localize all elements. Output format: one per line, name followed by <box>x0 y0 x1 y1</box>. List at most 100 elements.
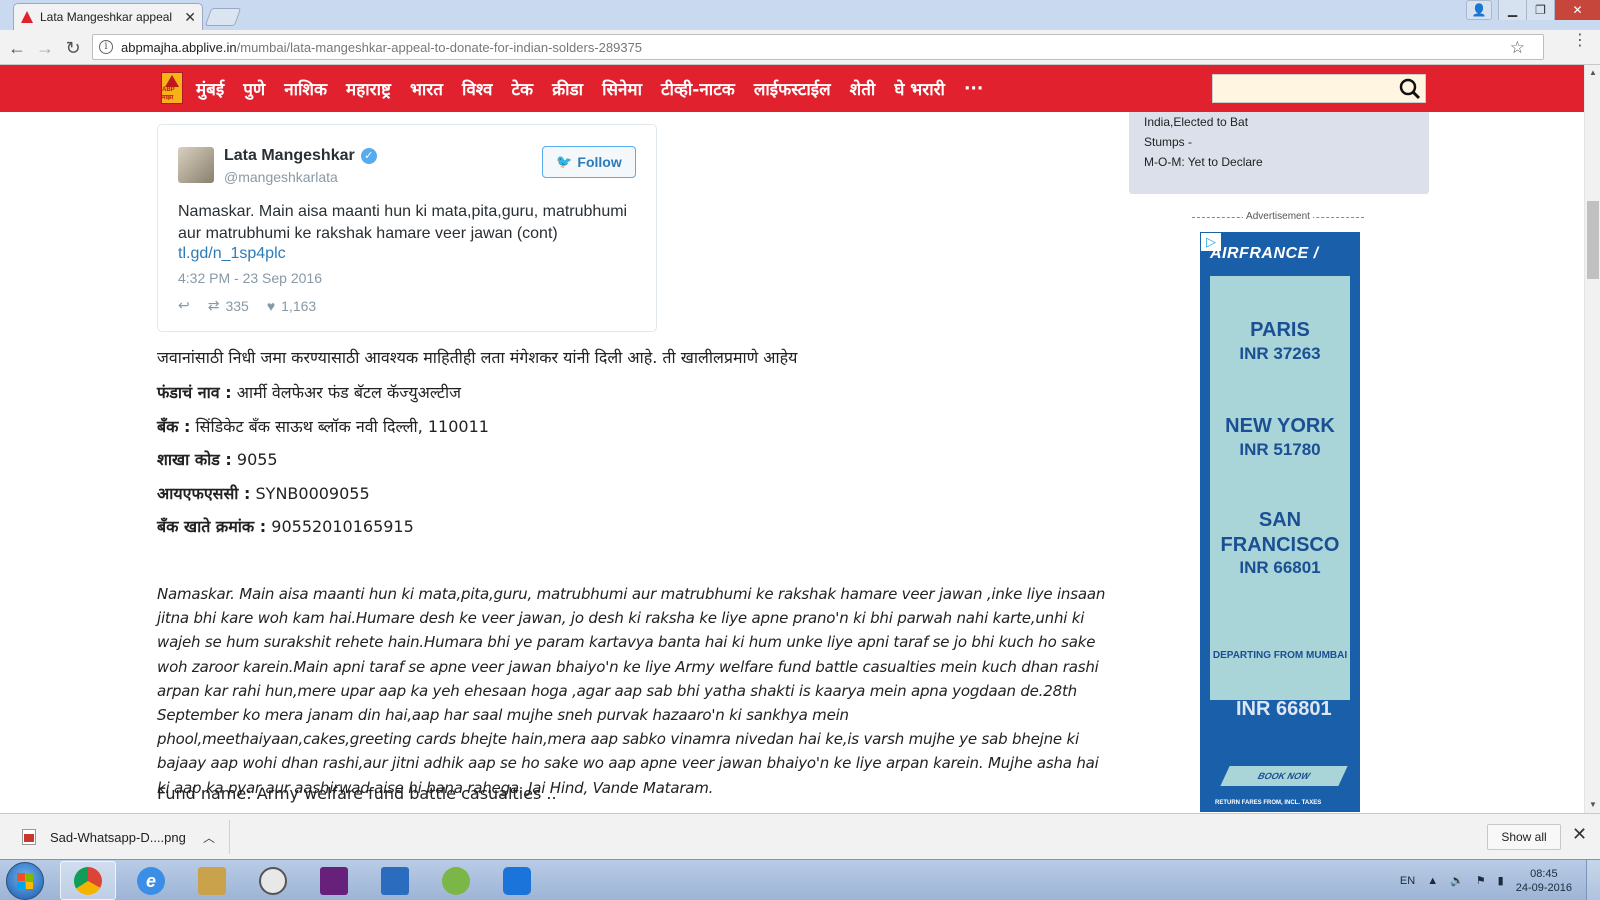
airfrance-ad[interactable]: ▷ AIRFRANCE / PARIS INR 37263 NEW YORK I… <box>1200 232 1360 812</box>
clock-time: 08:45 <box>1530 867 1558 880</box>
profile-icon[interactable]: 👤 <box>1466 0 1492 20</box>
minimize-button[interactable]: ▁ <box>1498 0 1526 20</box>
close-shelf-icon[interactable]: ✕ <box>1572 824 1587 845</box>
start-button[interactable] <box>6 862 44 900</box>
abp-majha-logo[interactable]: ABP माझा <box>161 72 183 104</box>
scroll-down-arrow-icon[interactable]: ▼ <box>1585 797 1600 813</box>
follow-button[interactable]: 🐦 Follow <box>542 146 636 178</box>
advertisement-label: Advertisement <box>1192 211 1364 222</box>
embedded-tweet: Lata Mangeshkar ✓ @mangeshkarlata 🐦 Follow… <box>157 124 657 332</box>
tweet-author-name: Lata Mangeshkar <box>224 147 355 164</box>
browser-toolbar: ← → ↻ i abpmajha.abplive.in/mumbai/lata-… <box>0 30 1600 65</box>
tools-icon[interactable] <box>184 861 240 900</box>
download-file-name: Sad-Whatsapp-D....png <box>50 829 186 845</box>
nav-item[interactable]: क्रीडा <box>552 77 583 100</box>
bank-detail-value: सिंडिकेट बँक साऊथ ब्लॉक नवी दिल्ली, 1100… <box>190 417 489 436</box>
paint-icon[interactable] <box>428 861 484 900</box>
search-icon[interactable] <box>1399 78 1421 100</box>
reload-icon[interactable]: ↻ <box>62 37 84 59</box>
back-arrow-icon[interactable]: ← <box>6 37 28 59</box>
abp-favicon-icon <box>21 11 33 23</box>
browser-titlebar: Lata Mangeshkar appeal ✕ 👤 ▁ ❐ ✕ <box>0 0 1600 30</box>
tweet-author[interactable]: Lata Mangeshkar ✓ <box>224 147 377 165</box>
volume-icon[interactable]: 🔊 <box>1450 874 1464 887</box>
windows-logo-icon <box>17 873 33 889</box>
nav-item[interactable]: मुंबई <box>196 77 224 100</box>
nav-item[interactable]: घे भरारी <box>894 77 945 100</box>
show-all-button[interactable]: Show all <box>1487 824 1561 850</box>
tweet-date[interactable]: 4:32 PM - 23 Sep 2016 <box>178 270 322 286</box>
language-indicator[interactable]: EN <box>1400 875 1415 887</box>
nav-item[interactable]: महाराष्ट्र <box>346 77 391 100</box>
avatar[interactable] <box>178 147 214 183</box>
site-nav-bar: ABP माझा मुंबई पुणे नाशिक महाराष्ट्र भारत विश… <box>0 65 1584 112</box>
nav-item[interactable]: नाशिक <box>284 77 327 100</box>
action-center-flag-icon[interactable]: ⚑ <box>1476 874 1486 887</box>
browser-tab[interactable]: Lata Mangeshkar appeal ✕ <box>13 3 203 30</box>
ad-fine-print: RETURN FARES FROM, INCL. TAXES <box>1215 800 1322 806</box>
site-info-icon[interactable]: i <box>99 40 113 54</box>
bank-detail-label: शाखा कोड : <box>157 450 232 469</box>
like-icon[interactable]: ♥ <box>267 298 275 314</box>
nav-item[interactable]: टेक <box>511 77 533 100</box>
logo-text: ABP माझा <box>162 87 175 101</box>
chrome-taskbar-icon[interactable] <box>60 861 116 900</box>
nav-item[interactable]: शेती <box>850 77 876 100</box>
forward-arrow-icon[interactable]: → <box>34 37 56 59</box>
system-tray: EN ▲ 🔊 ⚑ ▮ 08:45 24-09-2016 <box>1400 860 1600 900</box>
show-desktop-button[interactable] <box>1586 860 1600 900</box>
visual-studio-icon[interactable] <box>306 861 362 900</box>
new-tab-button[interactable] <box>204 8 242 26</box>
nav-item[interactable]: लाईफस्टाईल <box>754 77 831 100</box>
address-bar[interactable]: i abpmajha.abplive.in/mumbai/lata-manges… <box>92 34 1544 60</box>
tweet-handle[interactable]: @mangeshkarlata <box>224 169 338 185</box>
retweet-icon[interactable]: ⇄ <box>208 297 220 314</box>
bank-detail-value: 90552010165915 <box>266 517 414 536</box>
teamviewer-icon[interactable] <box>489 861 545 900</box>
browser-menu-icon[interactable]: ⋮ <box>1572 33 1588 49</box>
tab-close-icon[interactable]: ✕ <box>184 9 196 26</box>
close-window-button[interactable]: ✕ <box>1554 0 1600 20</box>
chevron-up-icon[interactable]: ︿ <box>203 829 215 846</box>
ad-destination: NEW YORK <box>1225 415 1335 437</box>
score-line: M-O-M: Yet to Declare <box>1144 155 1263 169</box>
network-icon[interactable]: ▮ <box>1498 874 1504 887</box>
scroll-up-arrow-icon[interactable]: ▲ <box>1585 65 1600 81</box>
nav-item[interactable]: विश्व <box>462 77 493 100</box>
live-score-widget[interactable]: India,Elected to Bat Stumps - M-O-M: Yet… <box>1129 112 1429 194</box>
bank-detail-row: बँक : सिंडिकेट बँक साऊथ ब्लॉक नवी दिल्ली… <box>157 415 489 437</box>
clock[interactable]: 08:45 24-09-2016 <box>1516 867 1572 895</box>
restore-button[interactable]: ❐ <box>1526 0 1554 20</box>
site-search-input[interactable] <box>1212 74 1426 103</box>
nav-item[interactable]: टीव्ही-नाटक <box>661 77 735 100</box>
remote-desktop-icon[interactable] <box>367 861 423 900</box>
window-controls: 👤 ▁ ❐ ✕ <box>1466 0 1600 20</box>
internet-explorer-icon[interactable]: e <box>123 861 179 900</box>
nav-item[interactable]: सिनेमा <box>602 77 642 100</box>
ad-price: INR 66801 <box>1239 558 1321 577</box>
appeal-text: Namaskar. Main aisa maanti hun ki mata,p… <box>157 585 1106 797</box>
page-scrollbar[interactable]: ▲ ▼ <box>1584 65 1600 813</box>
bank-detail-label: आयएफएससी : <box>157 484 251 503</box>
ad-brand: AIRFRANCE / <box>1210 245 1319 262</box>
verified-icon: ✓ <box>360 148 377 164</box>
scrollbar-thumb[interactable] <box>1587 201 1599 279</box>
stopwatch-icon[interactable] <box>245 861 301 900</box>
nav-item[interactable]: पुणे <box>243 77 265 100</box>
score-line: Stumps - <box>1144 135 1193 149</box>
tweet-link[interactable]: tl.gd/n_1sp4plc <box>178 245 286 263</box>
score-line: India,Elected to Bat <box>1144 115 1249 129</box>
nav-item[interactable]: भारत <box>410 77 443 100</box>
follow-label: Follow <box>577 154 622 170</box>
download-item[interactable]: Sad-Whatsapp-D....png ︿ <box>10 820 230 854</box>
ad-label-text: Advertisement <box>1243 211 1313 222</box>
tab-title: Lata Mangeshkar appeal <box>40 10 173 24</box>
bookmark-star-icon[interactable]: ☆ <box>1510 38 1525 58</box>
reply-icon[interactable]: ↩ <box>178 297 190 314</box>
tray-expand-icon[interactable]: ▲ <box>1427 875 1438 887</box>
bank-detail-value: 9055 <box>231 450 278 469</box>
nav-item[interactable]: ··· <box>964 79 983 99</box>
ad-book-now-button[interactable]: BOOK NOW <box>1220 766 1348 786</box>
bank-detail-row: आयएफएससी : SYNB0009055 <box>157 482 370 504</box>
clock-date: 24-09-2016 <box>1515 881 1572 894</box>
